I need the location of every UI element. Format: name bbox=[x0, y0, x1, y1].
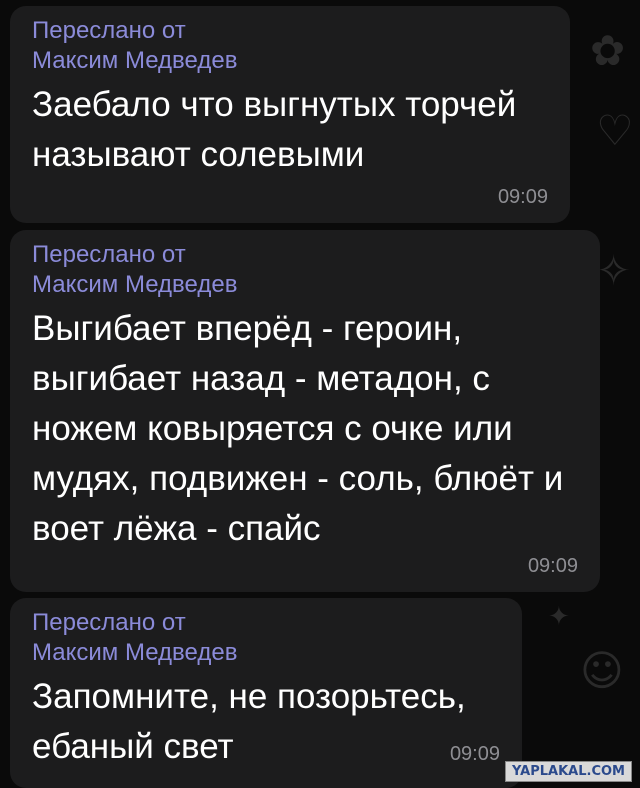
site-badge: YAPLAKAL.COM bbox=[505, 761, 632, 782]
forward-label: Переслано от bbox=[32, 609, 186, 636]
message-line: Выгибает вперёд - героин, bbox=[32, 309, 463, 348]
message-line: выгибает назад - метадон, с bbox=[32, 359, 490, 398]
message-line: мудях, подвижен - соль, блюёт и bbox=[32, 459, 564, 498]
forward-author[interactable]: Максим Медведев bbox=[32, 270, 578, 300]
message-time: 09:09 bbox=[497, 186, 548, 208]
message-bubble[interactable]: Переслано от Максим Медведев Заебало что… bbox=[10, 6, 570, 223]
message-line: Заебало что выгнутых торчей bbox=[32, 85, 517, 124]
message-line: ебаный свет bbox=[32, 727, 234, 766]
forward-label: Переслано от bbox=[32, 17, 186, 44]
forward-label: Переслано от bbox=[32, 241, 186, 268]
message-bubble[interactable]: Переслано от Максим Медведев Запомните, … bbox=[10, 598, 522, 788]
message-line: Запомните, не позорьтесь, bbox=[32, 677, 466, 716]
cat-doodle-icon: ☺ bbox=[580, 646, 624, 695]
message-text: Выгибает вперёд - героин, выгибает назад… bbox=[32, 304, 578, 554]
message-line: воет лёжа - спайс bbox=[32, 509, 321, 548]
forward-author[interactable]: Максим Медведев bbox=[32, 46, 548, 76]
heart-doodle-icon: ♡ bbox=[596, 106, 634, 155]
message-time: 09:09 bbox=[449, 743, 500, 765]
star-doodle-icon: ✧ bbox=[596, 246, 632, 295]
forward-author[interactable]: Максим Медведев bbox=[32, 638, 500, 668]
message-bubble[interactable]: Переслано от Максим Медведев Выгибает вп… bbox=[10, 230, 600, 592]
message-line: ножем ковыряется с очке или bbox=[32, 409, 513, 448]
message-text: Заебало что выгнутых торчей называют сол… bbox=[32, 80, 548, 180]
message-line: называют солевыми bbox=[32, 135, 365, 174]
message-text: Запомните, не позорьтесь, ебаный свет bbox=[32, 672, 500, 772]
butterfly-doodle-icon: ✿ bbox=[590, 26, 626, 75]
message-time: 09:09 bbox=[527, 555, 578, 577]
sparkle-doodle-icon: ✦ bbox=[548, 602, 570, 632]
